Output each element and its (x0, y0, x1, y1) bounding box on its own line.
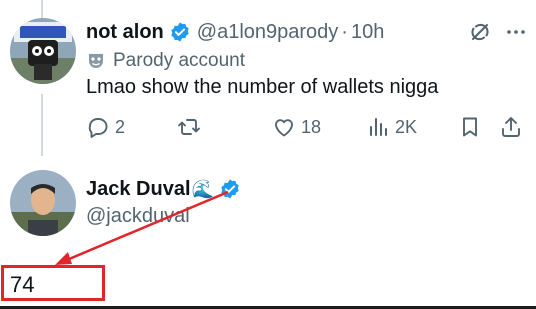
annotation-value: 74 (10, 272, 35, 297)
annotation-arrow (55, 190, 229, 265)
